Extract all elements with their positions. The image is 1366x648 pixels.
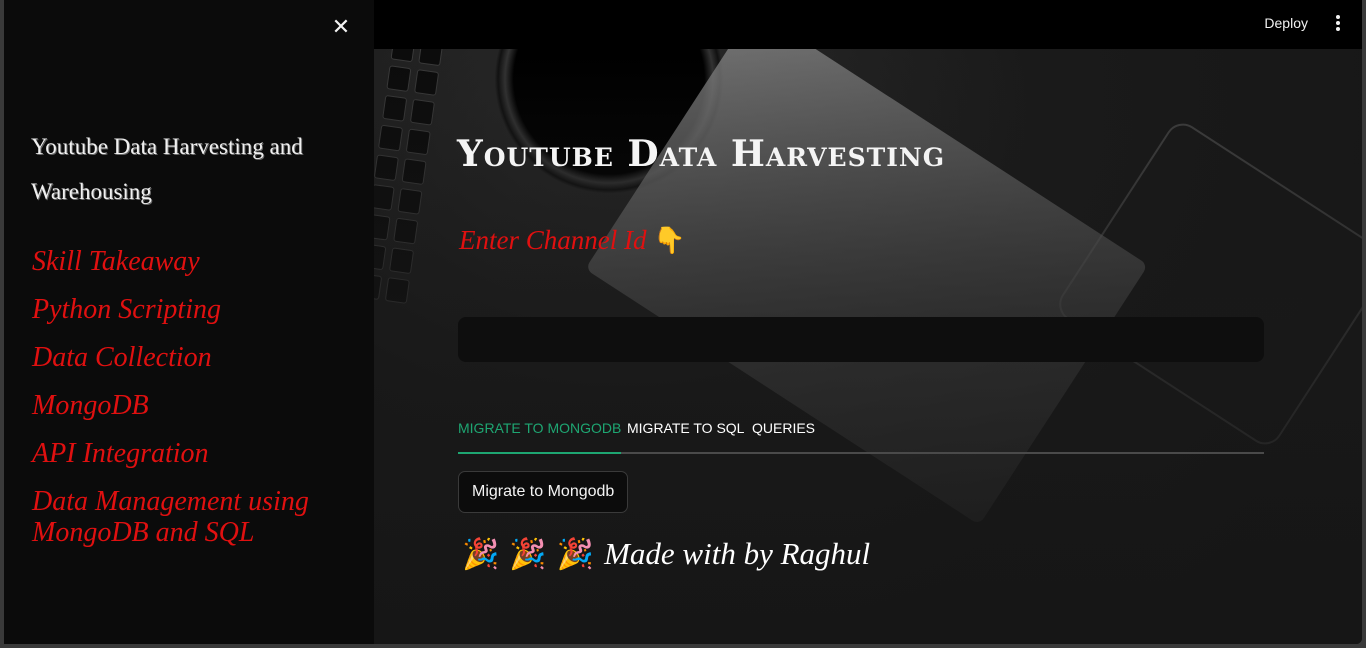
skill-item: MongoDB xyxy=(32,390,149,421)
pointing-down-icon: 👇 xyxy=(653,226,686,255)
footer-credit-text: Made with by Raghul xyxy=(604,536,871,571)
page-title: Youtube Data Harvesting xyxy=(457,133,946,175)
footer-credit: 🎉 🎉 🎉 Made with by Raghul xyxy=(462,536,870,572)
tab-bar: MIGRATE TO MONGODB MIGRATE TO SQL QUERIE… xyxy=(458,420,1264,454)
skill-item: Skill Takeaway xyxy=(32,246,200,277)
channel-id-label-text: Enter Channel Id xyxy=(459,225,647,255)
party-popper-icon: 🎉 xyxy=(509,538,547,571)
skills-list: Skill Takeaway Python Scripting Data Col… xyxy=(32,246,352,565)
kebab-menu-icon[interactable] xyxy=(1334,15,1342,33)
channel-id-input[interactable] xyxy=(458,317,1264,362)
deploy-button[interactable]: Deploy xyxy=(1264,15,1308,31)
skill-item: Data Management using MongoDB and SQL xyxy=(32,486,309,548)
skill-item: API Integration xyxy=(32,438,209,469)
skill-item: Data Collection xyxy=(32,342,212,373)
tab-queries[interactable]: QUERIES xyxy=(752,420,815,446)
migrate-to-mongodb-button[interactable]: Migrate to Mongodb xyxy=(458,471,629,513)
close-icon[interactable]: ✕ xyxy=(331,16,351,38)
party-popper-icon: 🎉 xyxy=(462,538,500,571)
party-popper-icon: 🎉 xyxy=(556,538,595,571)
tab-migrate-to-mongodb[interactable]: MIGRATE TO MONGODB xyxy=(458,420,622,454)
channel-id-label: Enter Channel Id 👇 xyxy=(459,225,686,256)
top-bar: Deploy xyxy=(374,0,1362,49)
tab-migrate-to-sql[interactable]: MIGRATE TO SQL xyxy=(627,420,744,446)
sidebar: ✕ Youtube Data Harvesting and Warehousin… xyxy=(4,0,374,644)
sidebar-title: Youtube Data Harvesting and Warehousing xyxy=(31,134,303,204)
skill-item: Python Scripting xyxy=(32,294,221,325)
